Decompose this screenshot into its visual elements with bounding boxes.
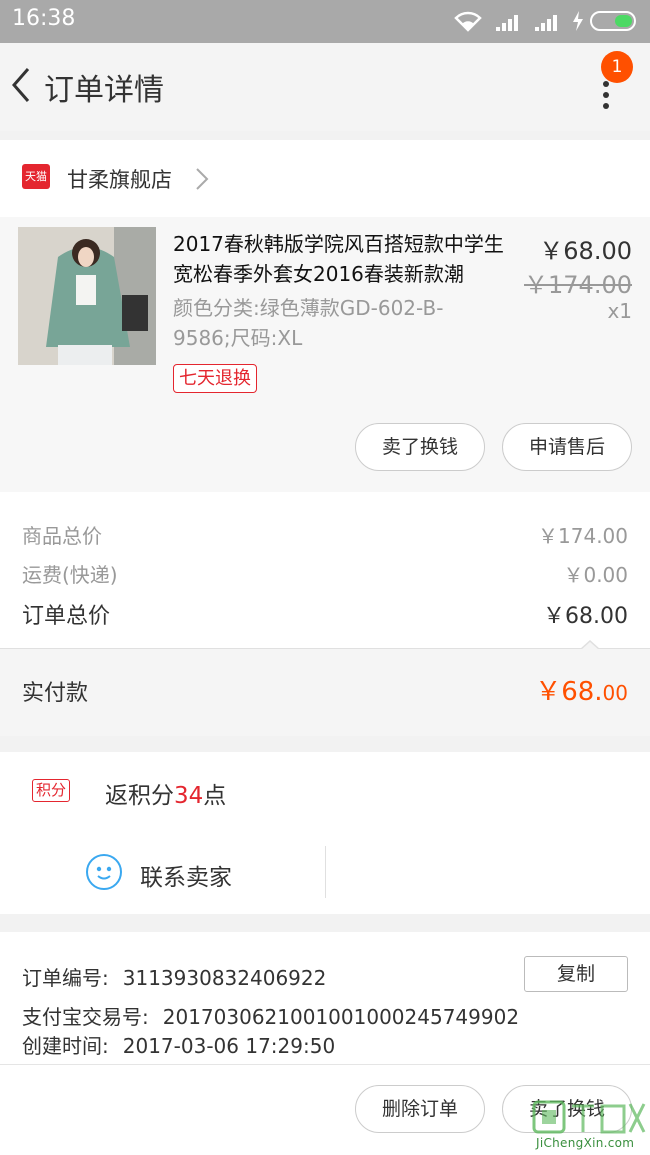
paid-amount-row: 实付款 ￥68.00 [0, 640, 650, 736]
alipay-trade-label: 支付宝交易号: [22, 1005, 149, 1029]
store-row[interactable]: 天猫 甘柔旗舰店 [0, 140, 650, 217]
contact-seller-icon[interactable] [86, 854, 122, 890]
created-time-value: 2017-03-06 17:29:50 [122, 1034, 336, 1058]
alipay-trade-value: 2017030621001001000245749902 [162, 1005, 520, 1029]
goods-total-label: 商品总价 [22, 524, 102, 548]
product-original-price: ￥174.00 [524, 271, 632, 299]
divider [325, 846, 326, 898]
price-summary: 商品总价 ￥174.00 运费(快递) ￥0.00 订单总价 ￥68.00 实付… [0, 492, 650, 736]
created-time-label: 创建时间: [22, 1034, 109, 1058]
order-total-label: 订单总价 [22, 604, 111, 629]
created-time-row: 创建时间: 2017-03-06 17:29:50 [22, 1030, 335, 1059]
nav-bar: 订单详情 1 [0, 43, 650, 131]
copy-button[interactable]: 复制 [524, 956, 628, 992]
delete-order-button[interactable]: 删除订单 [355, 1085, 485, 1133]
cellular-signal-icon-2 [535, 13, 561, 31]
tmall-icon: 天猫 [22, 164, 50, 189]
notification-badge: 1 [601, 51, 633, 83]
product-spec: 颜色分类:绿色薄款GD-602-B-9586;尺码:XL [173, 296, 444, 350]
paid-value-cents: 00 [602, 681, 628, 705]
product-item[interactable]: 2017春秋韩版学院风百搭短款中学生宽松春季外套女2016春装新款潮 颜色分类:… [0, 217, 650, 492]
charging-icon [573, 11, 583, 31]
watermark-logo: JiChengXin.com [532, 1098, 650, 1155]
battery-icon [590, 11, 636, 31]
order-number-value: 3113930832406922 [122, 966, 327, 990]
points-suffix: 点 [203, 783, 227, 809]
points-and-contact: 积分 返积分34点 联系卖家 [0, 752, 650, 914]
goods-total-value: ￥174.00 [538, 524, 628, 548]
shipping-value: ￥0.00 [563, 563, 628, 587]
points-text: 返积分34点 [105, 776, 226, 810]
points-prefix: 返积分 [105, 783, 174, 809]
order-total-value: ￥68.00 [543, 604, 628, 629]
seven-day-return-tag: 七天退换 [173, 364, 257, 393]
status-bar: 16:38 [0, 0, 650, 43]
contact-seller-button[interactable]: 联系卖家 [140, 858, 232, 892]
alipay-trade-row: 支付宝交易号: 2017030621001001000245749902 [22, 1001, 519, 1030]
shipping-label: 运费(快递) [22, 563, 118, 587]
more-menu-icon[interactable] [594, 81, 618, 117]
paid-value-main: ￥68. [535, 677, 603, 707]
cellular-signal-icon [496, 13, 522, 31]
chevron-right-icon [196, 168, 209, 190]
page-title: 订单详情 [44, 73, 164, 108]
paid-label: 实付款 [22, 681, 89, 706]
after-sale-button[interactable]: 申请售后 [502, 423, 632, 471]
points-amount: 34 [174, 783, 204, 809]
back-arrow-icon[interactable] [8, 65, 38, 105]
wifi-icon [454, 11, 482, 32]
product-title[interactable]: 2017春秋韩版学院风百搭短款中学生宽松春季外套女2016春装新款潮 [173, 229, 513, 289]
store-name[interactable]: 甘柔旗舰店 [67, 164, 172, 194]
product-image[interactable] [18, 227, 156, 365]
product-quantity: x1 [607, 299, 632, 323]
status-time: 16:38 [12, 6, 76, 31]
order-number-row: 订单编号: 3113930832406922 [22, 962, 326, 991]
sell-for-cash-button[interactable]: 卖了换钱 [355, 423, 485, 471]
paid-value: ￥68.00 [535, 671, 628, 708]
product-price: ￥68.00 [539, 237, 632, 265]
points-tag: 积分 [32, 779, 71, 802]
watermark-text: JiChengXin.com [536, 1136, 635, 1150]
order-number-label: 订单编号: [22, 966, 109, 990]
